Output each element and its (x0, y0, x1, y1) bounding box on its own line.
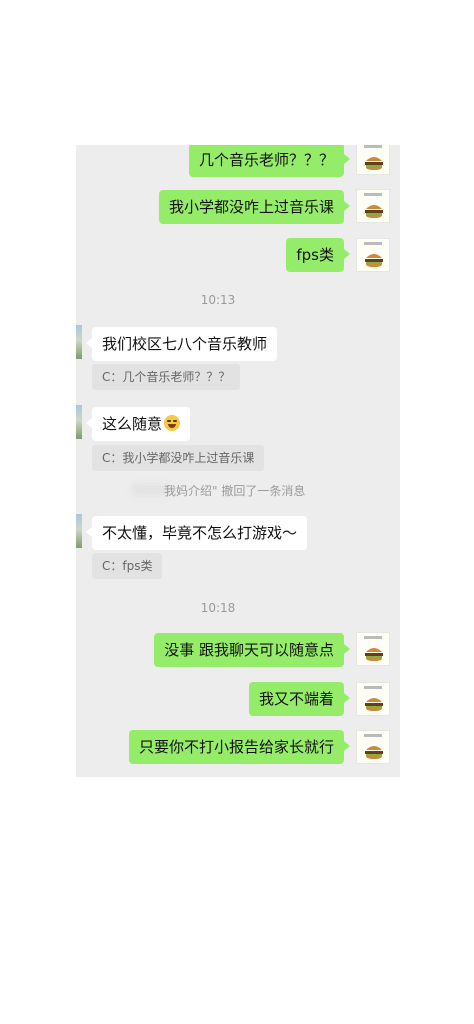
avatar-caption-mark (364, 636, 382, 639)
outgoing-message[interactable]: 我小学都没咋上过音乐课 (158, 190, 351, 224)
outgoing-message[interactable]: fps类 (286, 238, 350, 272)
timestamp: 10:13 (200, 293, 236, 307)
quoted-reply[interactable]: C：我小学都没咋上过音乐课 (92, 445, 265, 471)
self-avatar[interactable] (356, 189, 390, 223)
contact-avatar[interactable] (76, 325, 82, 359)
avatar-caption-mark (364, 193, 382, 196)
contact-avatar[interactable] (76, 514, 82, 548)
quoted-reply[interactable]: C：几个音乐老师？？？ (92, 364, 241, 390)
quoted-reply[interactable]: C：fps类 (92, 553, 163, 579)
outgoing-message[interactable]: 只要你不打小报告给家长就行 (128, 730, 351, 764)
outgoing-message[interactable]: 没事 跟我聊天可以随意点 (154, 633, 350, 667)
burger-icon (365, 205, 383, 218)
burger-icon (365, 746, 383, 759)
message-text: 这么随意 (102, 415, 163, 433)
avatar-caption-mark (364, 734, 382, 737)
self-avatar[interactable] (356, 682, 390, 716)
self-avatar[interactable] (356, 238, 390, 272)
incoming-message[interactable]: 不太懂，毕竟不怎么打游戏～ (85, 516, 308, 550)
self-avatar[interactable] (356, 632, 390, 666)
contact-avatar[interactable] (76, 405, 82, 439)
emoji-mouth (168, 424, 177, 428)
avatar-caption-mark (364, 686, 382, 689)
burger-icon (365, 254, 383, 267)
recall-notice: 我妈介绍" 撤回了一条消息 (164, 484, 306, 498)
burger-icon (365, 157, 383, 170)
incoming-message[interactable]: 这么随意 (85, 407, 191, 441)
burger-icon (365, 648, 383, 661)
burger-icon (365, 698, 383, 711)
outgoing-message[interactable]: 几个音乐老师？？？ (188, 145, 351, 177)
self-avatar[interactable] (356, 730, 390, 764)
laughing-tears-emoji-icon (164, 415, 181, 431)
outgoing-message[interactable]: 我又不端着 (248, 682, 351, 716)
incoming-message[interactable]: 我们校区七八个音乐教师 (85, 327, 278, 361)
timestamp: 10:18 (200, 601, 236, 615)
avatar-caption-mark (364, 145, 382, 148)
chat-area[interactable]: 几个音乐老师？？？ 我小学都没咋上过音乐课 fps类 10:13 我们校区七八个… (76, 145, 400, 777)
avatar-caption-mark (364, 242, 382, 245)
self-avatar[interactable] (356, 145, 390, 175)
